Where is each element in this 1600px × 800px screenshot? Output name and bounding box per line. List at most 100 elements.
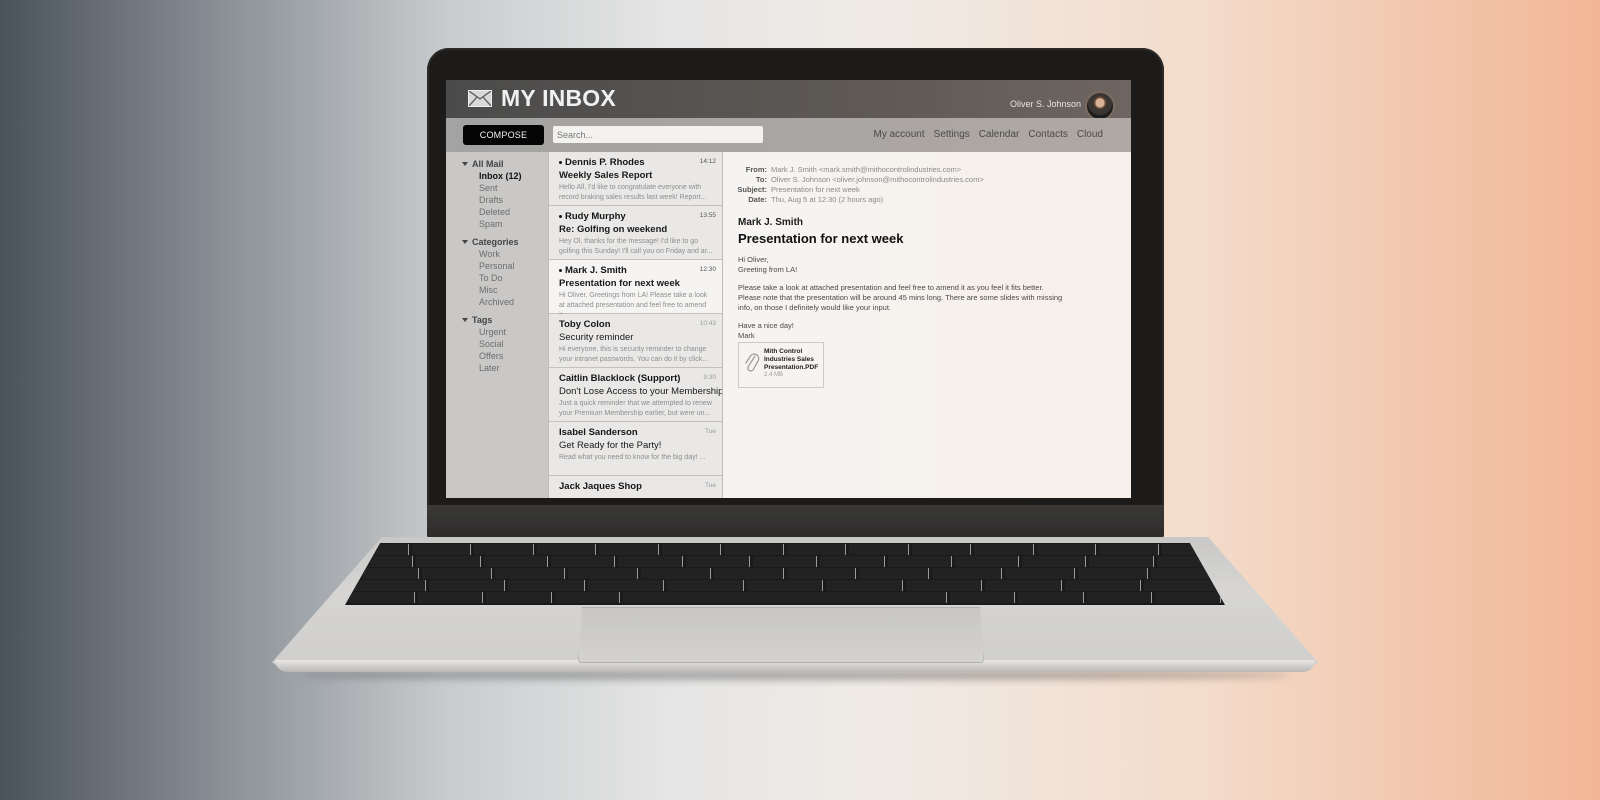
folder-misc[interactable]: Misc <box>446 284 549 296</box>
message-item[interactable]: Toby Colon Security reminder Hi everyone… <box>549 314 722 368</box>
tag-later[interactable]: Later <box>446 362 549 374</box>
paperclip-icon <box>744 351 760 380</box>
user-name[interactable]: Oliver S. Johnson <box>1010 99 1081 109</box>
keyboard-key <box>1099 544 1159 555</box>
keyboard-key <box>536 544 596 555</box>
scene: MY INBOX Oliver S. Johnson COMPOSE My ac… <box>0 0 1600 800</box>
folder-inbox[interactable]: Inbox (12) <box>446 170 549 182</box>
keyboard-key <box>859 568 930 579</box>
compose-button[interactable]: COMPOSE <box>463 125 544 145</box>
keyboard-key <box>661 544 721 555</box>
message-item[interactable]: Caitlin Blacklock (Support) Don't Lose A… <box>549 368 722 422</box>
keyboard-key <box>985 580 1062 591</box>
message-time: 9:30 <box>703 374 716 381</box>
folder-group-tags: Tags Urgent Social Offers Later <box>446 314 549 374</box>
message-preview: Hey Ol, thanks for the message! I'd like… <box>559 238 713 255</box>
key-row <box>345 556 1225 567</box>
folder-work[interactable]: Work <box>446 248 549 260</box>
keyboard-key <box>1036 544 1096 555</box>
nav-calendar[interactable]: Calendar <box>979 129 1020 140</box>
message-time: Tue <box>705 428 716 435</box>
keyboard-key <box>905 580 983 591</box>
keyboard-key <box>349 580 426 591</box>
keyboard-key <box>974 544 1034 555</box>
nav-settings[interactable]: Settings <box>934 129 970 140</box>
message-subject: Re: Golfing on weekend <box>559 224 668 235</box>
key-row <box>345 568 1225 579</box>
message-item[interactable]: Isabel Sanderson Get Ready for the Party… <box>549 422 722 476</box>
message-subject: Security reminder <box>559 332 634 343</box>
triangle-down-icon <box>462 162 468 166</box>
app-title: MY INBOX <box>501 85 616 111</box>
attachment[interactable]: Mith Control Industries Sales Presentati… <box>738 342 824 388</box>
message-sender: Toby Colon <box>559 319 611 330</box>
email-app: MY INBOX Oliver S. Johnson COMPOSE My ac… <box>446 80 1131 498</box>
keyboard-key <box>1022 556 1087 567</box>
keyboard-key <box>667 580 744 591</box>
folder-deleted[interactable]: Deleted <box>446 206 549 218</box>
keyboard-key <box>618 556 683 567</box>
folder-to-do[interactable]: To Do <box>446 272 549 284</box>
nav-my-account[interactable]: My account <box>874 129 925 140</box>
folder-personal[interactable]: Personal <box>446 260 549 272</box>
group-toggle-categories[interactable]: Categories <box>446 236 549 248</box>
keyboard-key <box>349 592 415 603</box>
keyboard-key <box>486 592 552 603</box>
folder-drafts[interactable]: Drafts <box>446 194 549 206</box>
message-item[interactable]: Dennis P. Rhodes Weekly Sales Report Hel… <box>549 152 722 206</box>
group-label: Categories <box>472 237 519 247</box>
keyboard-key <box>587 580 665 591</box>
message-preview: Hi everyone, this is security reminder t… <box>559 346 709 363</box>
triangle-down-icon <box>462 240 468 244</box>
message-preview: Hello All, I'd like to congratulate ever… <box>559 184 707 201</box>
keyboard-key <box>786 544 846 555</box>
header-subject: Subject: Presentation for next week <box>724 185 984 195</box>
group-toggle-tags[interactable]: Tags <box>446 314 549 326</box>
message-time: Tue <box>705 482 716 489</box>
message-preview: Read what you need to know for the big d… <box>559 454 706 461</box>
header-value[interactable]: Oliver S. Johnson <oliver.johnson@mithoc… <box>771 175 984 185</box>
message-sender: Rudy Murphy <box>565 211 626 222</box>
message-sender: Mark J. Smith <box>565 265 627 276</box>
key-row <box>345 592 1225 603</box>
body-paragraph: Hi Oliver, Greeting from LA! <box>738 255 798 274</box>
user-avatar[interactable] <box>1085 91 1115 121</box>
message-sender: Jack Jaques Shop <box>559 481 642 492</box>
body-paragraph: Have a nice day! Mark <box>738 321 794 340</box>
message-subject: Weekly Sales Report <box>559 170 653 181</box>
keyboard-key <box>428 580 506 591</box>
folder-group-all-mail: All Mail Inbox (12) Sent Drafts Deleted … <box>446 158 549 230</box>
tag-urgent[interactable]: Urgent <box>446 326 549 338</box>
message-item[interactable]: Jack Jaques Shop Tue <box>549 476 722 498</box>
app-header: MY INBOX Oliver S. Johnson <box>446 80 1131 121</box>
message-sender: Isabel Sanderson <box>559 427 638 438</box>
folder-archived[interactable]: Archived <box>446 296 549 308</box>
message-item[interactable]: Rudy Murphy Re: Golfing on weekend Hey O… <box>549 206 722 260</box>
search-input[interactable] <box>553 126 763 143</box>
group-label: Tags <box>472 315 493 325</box>
keyboard-key <box>474 544 534 555</box>
folder-spam[interactable]: Spam <box>446 218 549 230</box>
message-time: 10:43 <box>699 320 716 327</box>
header-value[interactable]: Mark J. Smith <mark.smith@mithocontrolin… <box>771 165 961 175</box>
tag-social[interactable]: Social <box>446 338 549 350</box>
message-item-selected[interactable]: Mark J. Smith Presentation for next week… <box>549 260 722 319</box>
message-time: 14:12 <box>699 158 716 165</box>
unread-dot-icon <box>559 268 562 272</box>
keyboard-key <box>849 544 909 555</box>
keyboard-key <box>483 556 548 567</box>
keyboard-key <box>713 568 784 579</box>
nav-cloud[interactable]: Cloud <box>1077 129 1103 140</box>
header-from: From: Mark J. Smith <mark.smith@mithocont… <box>724 165 984 175</box>
keyboard-key <box>411 544 471 555</box>
folder-sent[interactable]: Sent <box>446 182 549 194</box>
message-preview: Just a quick reminder that we attempted … <box>559 400 712 417</box>
tag-offers[interactable]: Offers <box>446 350 549 362</box>
nav-contacts[interactable]: Contacts <box>1028 129 1067 140</box>
keyboard-key <box>826 580 903 591</box>
message-list: Dennis P. Rhodes Weekly Sales Report Hel… <box>548 152 723 498</box>
message-time: 13:55 <box>699 212 716 219</box>
group-toggle-all-mail[interactable]: All Mail <box>446 158 549 170</box>
unread-dot-icon <box>559 214 562 218</box>
key-row <box>345 580 1225 591</box>
